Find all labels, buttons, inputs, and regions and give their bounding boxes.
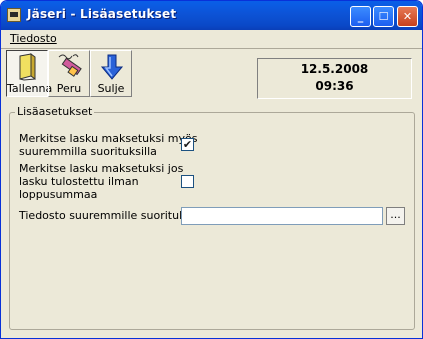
option2-checkbox[interactable] (181, 175, 194, 188)
save-button[interactable]: Tallenna (6, 50, 53, 97)
option2-label: Merkitse lasku maksetuksi jos lasku tulo… (19, 162, 183, 201)
book-icon (19, 53, 36, 81)
minimize-icon: _ (357, 10, 364, 23)
close-window-button[interactable]: ✕ (397, 6, 418, 27)
option1-checkbox[interactable]: ✔ (181, 138, 194, 151)
maximize-icon: ☐ (378, 10, 389, 23)
browse-button[interactable]: ... (386, 207, 405, 225)
undo-button[interactable]: Peru (48, 50, 90, 97)
date-display: 12.5.2008 (300, 62, 369, 76)
date-time-panel: 12.5.2008 09:36 (257, 58, 412, 99)
main-window: Jäseri - Lisäasetukset _ ☐ ✕ Tiedosto Ta… (0, 0, 423, 339)
option1-label-line1: Merkitse lasku maksetuksi myös (19, 132, 198, 145)
time-display: 09:36 (315, 79, 354, 93)
option1-label: Merkitse lasku maksetuksi myös suuremmil… (19, 132, 198, 158)
window-title: Jäseri - Lisäasetukset (27, 7, 177, 21)
checkmark-icon: ✔ (182, 138, 193, 151)
option2-label-line2: lasku tulostettu ilman (19, 175, 139, 188)
maximize-button[interactable]: ☐ (373, 6, 394, 27)
undo-button-label: Peru (56, 82, 82, 95)
option2-label-line1: Merkitse lasku maksetuksi jos (19, 162, 184, 175)
toolbar-divider (1, 48, 422, 49)
option1-label-line2: suuremmilla suorituksilla (19, 145, 157, 158)
close-icon: ✕ (402, 10, 413, 23)
pencil-eraser-icon (58, 54, 82, 77)
menu-bar: Tiedosto (1, 30, 422, 48)
app-icon[interactable] (7, 8, 21, 22)
save-button-label: Tallenna (7, 82, 53, 95)
settings-group-title: Lisäasetukset (15, 105, 95, 118)
title-bar[interactable]: Jäseri - Lisäasetukset _ ☐ ✕ (1, 1, 422, 30)
menu-file[interactable]: Tiedosto (10, 32, 57, 45)
minimize-button[interactable]: _ (350, 6, 371, 27)
close-button-label: Sulje (97, 82, 125, 95)
option2-label-line3: loppusummaa (19, 188, 98, 201)
down-arrow-icon (100, 54, 124, 80)
close-button[interactable]: Sulje (90, 50, 132, 97)
file-path-input[interactable] (181, 207, 383, 225)
